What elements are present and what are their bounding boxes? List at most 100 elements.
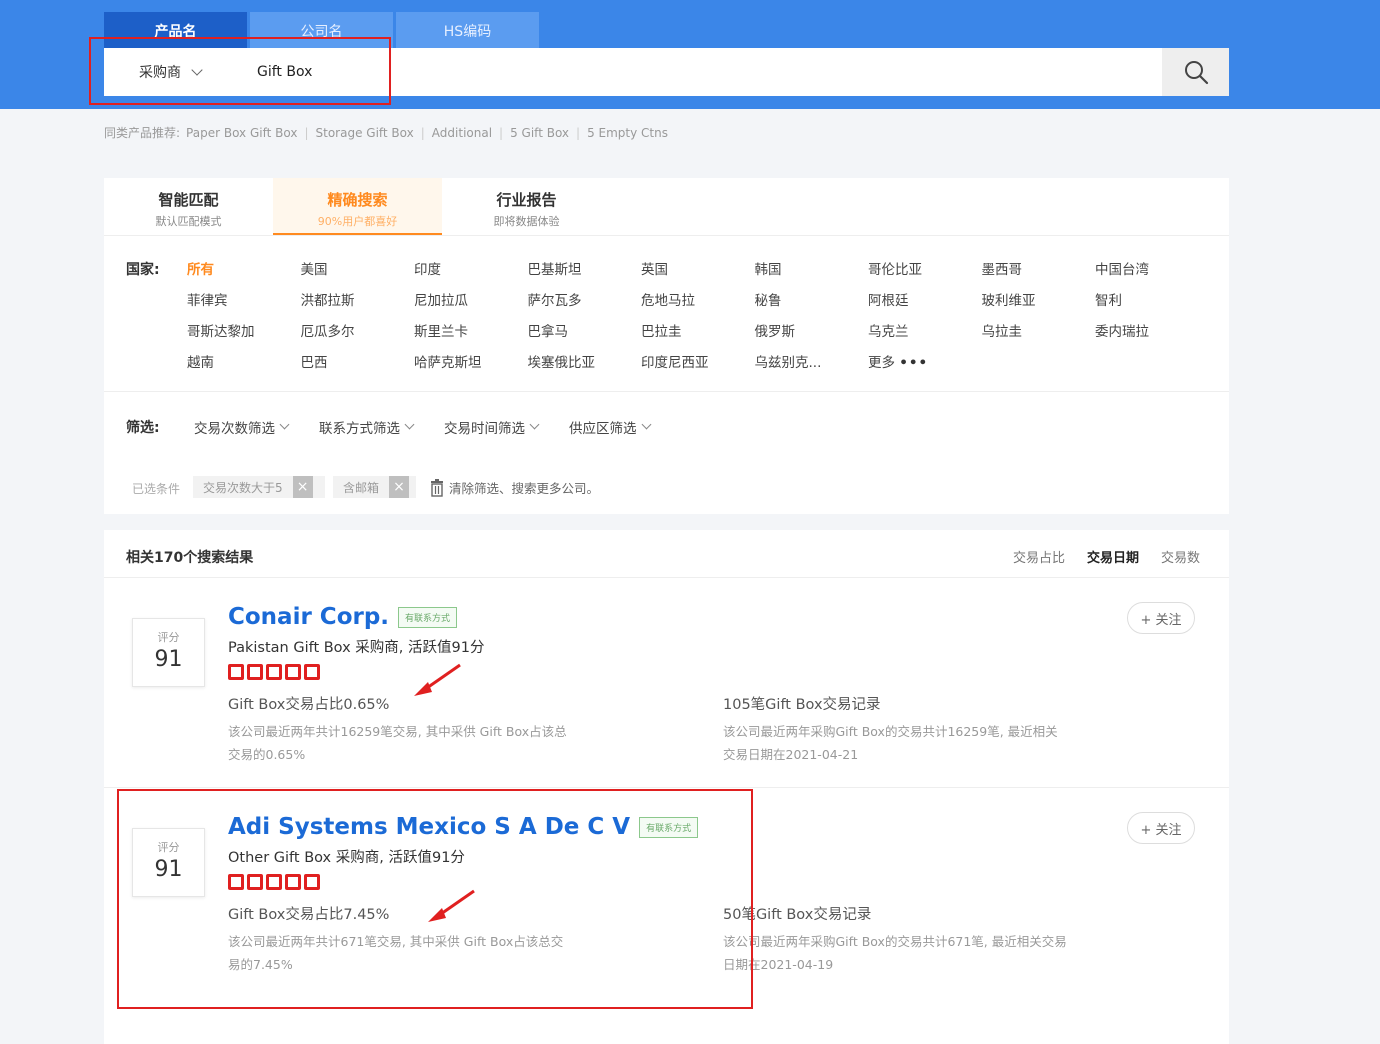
search-mode-tabs: 智能匹配 默认匹配模式 精确搜索 90%用户都喜好 行业报告 即将数据体验	[104, 178, 1229, 236]
country-option[interactable]: 巴基斯坦	[528, 258, 642, 278]
sort-trade-count[interactable]: 交易数	[1161, 547, 1200, 566]
company-name-link[interactable]: Adi Systems Mexico S A De C V	[228, 814, 630, 840]
country-option[interactable]: 尼加拉瓜	[414, 289, 528, 309]
condition-chip: 含邮箱 ×	[333, 476, 416, 498]
result-card: 评分 91 Adi Systems Mexico S A De C V 有联系方…	[104, 788, 1229, 998]
star-icon	[228, 874, 244, 890]
filter-trade-count-dropdown[interactable]: 交易次数筛选	[194, 417, 290, 437]
country-option[interactable]: 墨西哥	[982, 258, 1096, 278]
trade-records-note: 该公司最近两年采购Gift Box的交易共计671笔, 最近相关交易日期在202…	[723, 934, 1067, 972]
chevron-down-icon	[191, 63, 203, 76]
selected-conditions: 已选条件 交易次数大于5 × 含邮箱 × 清除筛选、搜索更多公司。	[104, 458, 1229, 513]
rating-stars	[228, 664, 320, 680]
star-icon	[285, 664, 301, 680]
related-products-strip: 同类产品推荐: Paper Box Gift Box | Storage Gif…	[104, 125, 668, 141]
country-option[interactable]: 秘鲁	[755, 289, 869, 309]
tab-title: 行业报告	[496, 191, 557, 209]
country-option[interactable]: 菲律宾	[187, 289, 301, 309]
star-icon	[266, 664, 282, 680]
country-option[interactable]: 英国	[641, 258, 755, 278]
country-option[interactable]: 俄罗斯	[755, 320, 869, 340]
country-option[interactable]: 乌拉圭	[982, 320, 1096, 340]
score-value: 91	[154, 647, 183, 672]
filter-label: 筛选:	[126, 420, 160, 436]
country-option[interactable]: 中国台湾	[1095, 258, 1209, 278]
tab-hs-code[interactable]: HS编码	[396, 12, 539, 49]
sort-options: 交易占比 交易日期 交易数	[1013, 547, 1200, 566]
country-option[interactable]: 韩国	[755, 258, 869, 278]
country-option[interactable]: 乌兹别克...	[755, 351, 869, 371]
filter-supply-region-dropdown[interactable]: 供应区筛选	[569, 417, 651, 437]
country-option[interactable]: 哥伦比亚	[868, 258, 982, 278]
country-option[interactable]: 智利	[1095, 289, 1209, 309]
score-label: 评分	[157, 841, 180, 854]
follow-button[interactable]: + 关注	[1127, 812, 1195, 844]
score-box: 评分 91	[132, 828, 205, 897]
country-option[interactable]: 巴西	[301, 351, 415, 371]
filter-trade-time-dropdown[interactable]: 交易时间筛选	[444, 417, 540, 437]
related-product-link[interactable]: 5 Empty Ctns	[587, 126, 668, 140]
country-option[interactable]: 哥斯达黎加	[187, 320, 301, 340]
tab-subtitle: 默认匹配模式	[155, 215, 222, 228]
more-countries-label: 更多	[868, 355, 895, 371]
related-product-link[interactable]: Storage Gift Box	[316, 126, 414, 140]
country-option[interactable]: 美国	[301, 258, 415, 278]
country-option[interactable]: 玻利维亚	[982, 289, 1096, 309]
trade-records: 50笔Gift Box交易记录	[723, 907, 872, 923]
related-product-link[interactable]: 5 Gift Box	[510, 126, 569, 140]
results-panel: 相关170个搜索结果 交易占比 交易日期 交易数 评分 91 Conair Co…	[104, 530, 1229, 1044]
close-icon[interactable]: ×	[389, 476, 410, 498]
clear-filters-link[interactable]: 清除筛选、搜索更多公司。	[429, 478, 599, 497]
country-option[interactable]: 委内瑞拉	[1095, 320, 1209, 340]
star-icon	[247, 874, 263, 890]
tab-exact-search[interactable]: 精确搜索 90%用户都喜好	[273, 178, 442, 235]
sort-trade-share[interactable]: 交易占比	[1013, 547, 1065, 566]
country-option[interactable]: 巴拉圭	[641, 320, 755, 340]
country-option[interactable]: 危地马拉	[641, 289, 755, 309]
related-product-link[interactable]: Paper Box Gift Box	[186, 126, 297, 140]
filter-dropdown-label: 交易次数筛选	[194, 421, 275, 437]
search-type-tabs: 产品名 公司名 HS编码	[104, 12, 539, 49]
country-option[interactable]: 厄瓜多尔	[301, 320, 415, 340]
related-product-link[interactable]: Additional	[432, 126, 492, 140]
country-option[interactable]: 萨尔瓦多	[528, 289, 642, 309]
score-label: 评分	[157, 631, 180, 644]
tab-smart-match[interactable]: 智能匹配 默认匹配模式	[104, 178, 273, 235]
condition-chip: 交易次数大于5 ×	[193, 476, 325, 498]
results-header: 相关170个搜索结果 交易占比 交易日期 交易数	[104, 530, 1229, 578]
company-description: Pakistan Gift Box 采购商, 活跃值91分	[228, 640, 485, 656]
tab-subtitle: 即将数据体验	[493, 215, 560, 228]
country-option[interactable]: 乌克兰	[868, 320, 982, 340]
annotation-arrow-icon	[414, 663, 461, 696]
tab-industry-report[interactable]: 行业报告 即将数据体验	[442, 178, 611, 235]
role-dropdown[interactable]: 采购商	[104, 62, 214, 82]
country-option[interactable]: 哈萨克斯坦	[414, 351, 528, 371]
clear-filters-label: 清除筛选、搜索更多公司。	[449, 481, 600, 496]
follow-button[interactable]: + 关注	[1127, 602, 1195, 634]
sort-trade-date[interactable]: 交易日期	[1087, 547, 1139, 566]
tab-company-name[interactable]: 公司名	[250, 12, 393, 49]
results-count: 相关170个搜索结果	[126, 550, 254, 566]
country-option[interactable]: 印度	[414, 258, 528, 278]
country-option[interactable]: 埃塞俄比亚	[528, 351, 642, 371]
close-icon[interactable]: ×	[292, 476, 313, 498]
star-icon	[285, 874, 301, 890]
more-countries-link[interactable]: 更多 •••	[868, 351, 982, 371]
company-name-link[interactable]: Conair Corp.	[228, 604, 389, 630]
country-option[interactable]: 斯里兰卡	[414, 320, 528, 340]
country-option[interactable]: 越南	[187, 351, 301, 371]
search-button[interactable]	[1162, 48, 1229, 96]
tab-subtitle: 90%用户都喜好	[317, 215, 398, 228]
country-option[interactable]: 阿根廷	[868, 289, 982, 309]
filter-contact-dropdown[interactable]: 联系方式筛选	[319, 417, 415, 437]
star-icon	[247, 664, 263, 680]
search-input[interactable]	[257, 64, 1107, 80]
tab-product-name[interactable]: 产品名	[104, 12, 247, 49]
chevron-down-icon	[404, 419, 415, 430]
filter-dropdowns: 交易次数筛选 联系方式筛选 交易时间筛选 供应区筛选	[194, 417, 651, 437]
country-option[interactable]: 洪都拉斯	[301, 289, 415, 309]
country-option[interactable]: 所有	[187, 258, 301, 278]
company-header: Adi Systems Mexico S A De C V 有联系方式	[228, 814, 699, 840]
country-option[interactable]: 印度尼西亚	[641, 351, 755, 371]
country-option[interactable]: 巴拿马	[528, 320, 642, 340]
